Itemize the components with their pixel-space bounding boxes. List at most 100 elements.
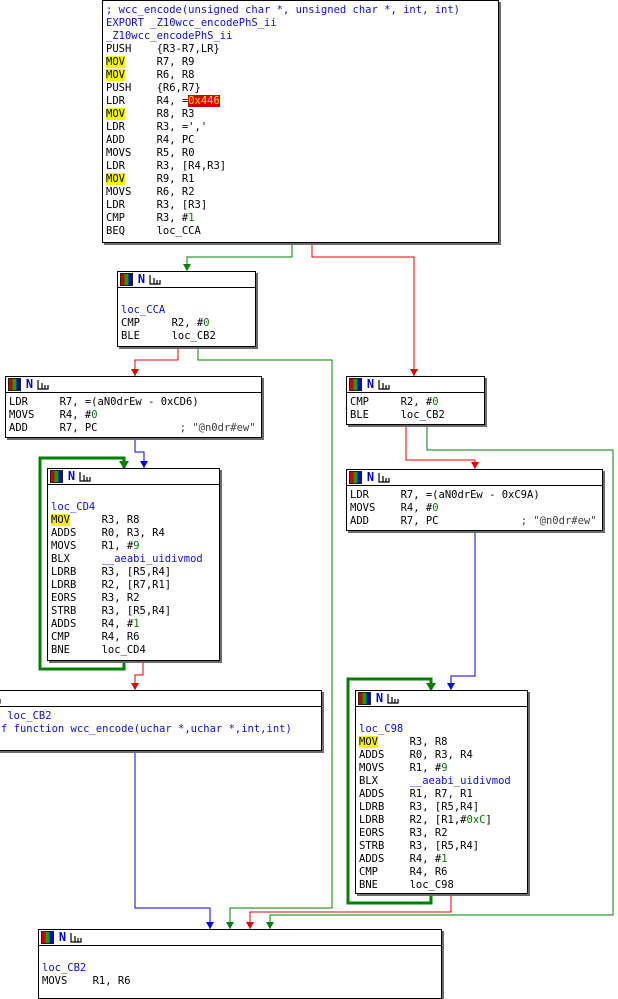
- asm-line[interactable]: MOVS R4, #0: [350, 502, 599, 515]
- node-header: N: [347, 377, 484, 393]
- operands: R3, =',': [156, 121, 208, 133]
- asm-line[interactable]: MOV R7, R9: [106, 56, 495, 69]
- graph-icon: [149, 274, 161, 285]
- operands: R3, [R5,R4]: [101, 566, 172, 578]
- asm-line[interactable]: PUSH {R6,R7}: [106, 82, 495, 95]
- asm-line[interactable]: ADDS R4, #1: [51, 618, 216, 631]
- asm-line[interactable]: BNE loc_C98: [359, 879, 524, 892]
- asm-line[interactable]: [359, 710, 524, 723]
- asm-line[interactable]: LDR R3, =',': [106, 121, 495, 134]
- name-icon: N: [366, 377, 375, 391]
- asm-line[interactable]: MOVS R5, R0: [106, 147, 495, 160]
- node-header: [0, 691, 321, 707]
- asm-line[interactable]: loc_CCA: [121, 304, 252, 317]
- operands: R4, =: [156, 95, 189, 107]
- asm-line[interactable]: loc_CB2: [1, 710, 318, 723]
- asm-line[interactable]: MOV R3, R8: [51, 514, 216, 527]
- name-icon: N: [375, 691, 384, 705]
- node-ldr-cd6[interactable]: N LDR R7, =(aN0drEw - 0xCD6) MOVS R4, #0 A…: [5, 376, 262, 438]
- mnemonic: PUSH: [106, 82, 132, 94]
- operands: R3, R8: [409, 736, 448, 748]
- asm-line[interactable]: [121, 291, 252, 304]
- asm-line[interactable]: LDR R3, [R3]: [106, 199, 495, 212]
- label-text: loc_CB2: [1, 710, 52, 722]
- asm-line[interactable]: LDR R3, [R4,R3]: [106, 160, 495, 173]
- asm-line[interactable]: LDRB R2, [R7,R1]: [51, 579, 216, 592]
- node-wcc-encode-entry[interactable]: ; wcc_encode(unsigned char *, unsigned c…: [102, 0, 499, 243]
- asm-line[interactable]: BLX __aeabi_uidivmod: [51, 553, 216, 566]
- asm-line[interactable]: LDR R7, =(aN0drEw - 0xCD6): [9, 396, 258, 409]
- node-ldr-c9a[interactable]: N LDR R7, =(aN0drEw - 0xC9A) MOVS R4, #0 A…: [346, 469, 603, 531]
- asm-line[interactable]: STRB R3, [R5,R4]: [51, 605, 216, 618]
- node-loc-cb2[interactable]: N loc_CB2 MOVS R1, R6: [38, 929, 442, 999]
- asm-line[interactable]: BLE loc_CB2: [121, 330, 252, 343]
- asm-line[interactable]: ADD R4, PC: [106, 134, 495, 147]
- asm-line[interactable]: BEQ loc_CCA: [106, 225, 495, 238]
- operands: R4, #: [59, 409, 92, 421]
- asm-line[interactable]: [51, 488, 216, 501]
- node-loc-cd4[interactable]: N loc_CD4 MOV R3, R8 ADDS R0, R3, R4 MOVS R…: [47, 468, 220, 661]
- asm-line[interactable]: loc_C98: [359, 723, 524, 736]
- asm-line[interactable]: LDRB R3, [R5,R4]: [359, 801, 524, 814]
- asm-line[interactable]: ADD R7, PC ; "@n0dr#ew": [350, 515, 599, 528]
- asm-line[interactable]: EORS R3, R2: [359, 827, 524, 840]
- asm-line[interactable]: loc_CD4: [51, 501, 216, 514]
- code-lines: loc_CCA CMP R2, #0 BLE loc_CB2: [118, 288, 255, 345]
- asm-line[interactable]: CMP R4, R6: [51, 631, 216, 644]
- asm-line[interactable]: STRB R3, [R5,R4]: [359, 840, 524, 853]
- asm-line[interactable]: PUSH {R3-R7,LR}: [106, 43, 495, 56]
- operand-offset: 0x446: [188, 95, 220, 107]
- asm-line[interactable]: ; wcc_encode(unsigned char *, unsigned c…: [106, 4, 495, 17]
- asm-line[interactable]: CMP R2, #0: [121, 317, 252, 330]
- asm-line[interactable]: MOVS R1, R6: [42, 975, 438, 988]
- asm-line[interactable]: CMP R3, #1: [106, 212, 495, 225]
- node-loc-c98[interactable]: N loc_C98 MOV R3, R8 ADDS R0, R3, R4 MOVS R…: [355, 690, 528, 894]
- asm-line[interactable]: LDRB R2, [R1,#0xC]: [359, 814, 524, 827]
- node-header: N: [48, 469, 219, 485]
- asm-line[interactable]: f function wcc_encode(uchar *,uchar *,in…: [1, 723, 318, 736]
- asm-line[interactable]: ADDS R4, #1: [359, 853, 524, 866]
- mnemonic: BLX: [51, 553, 70, 565]
- operands: R2, #: [171, 317, 204, 329]
- operands: R2, [R7,R1]: [101, 579, 172, 591]
- asm-line[interactable]: MOV R6, R8: [106, 69, 495, 82]
- asm-line[interactable]: CMP R2, #0: [350, 396, 481, 409]
- asm-line[interactable]: EORS R3, R2: [51, 592, 216, 605]
- node-loc-cb2-end[interactable]: loc_CB2 f function wcc_encode(uchar *,uch…: [0, 690, 322, 751]
- asm-line[interactable]: MOVS R4, #0: [9, 409, 258, 422]
- operands: R2, #: [400, 396, 433, 408]
- mnemonic: MOVS: [51, 540, 77, 552]
- asm-line[interactable]: LDR R4, =0x446: [106, 95, 495, 108]
- asm-line[interactable]: MOV R3, R8: [359, 736, 524, 749]
- node-loc-cca[interactable]: N loc_CCA CMP R2, #0 BLE loc_CB2: [117, 271, 256, 347]
- node-header: N: [118, 272, 255, 288]
- node-cmp-r2[interactable]: N CMP R2, #0 BLE loc_CB2: [346, 376, 485, 425]
- asm-line[interactable]: loc_CB2: [42, 962, 438, 975]
- asm-line[interactable]: BLX __aeabi_uidivmod: [359, 775, 524, 788]
- asm-line[interactable]: EXPORT _Z10wcc_encodePhS_ii: [106, 17, 495, 30]
- mnemonic: MOVS: [106, 186, 132, 198]
- asm-line[interactable]: MOV R8, R3: [106, 108, 495, 121]
- asm-line[interactable]: LDRB R3, [R5,R4]: [51, 566, 216, 579]
- mnemonic: ADDS: [359, 749, 385, 761]
- mnemonic: LDRB: [51, 566, 77, 578]
- asm-line[interactable]: MOV R9, R1: [106, 173, 495, 186]
- operands: R3, [R5,R4]: [409, 801, 480, 813]
- asm-line[interactable]: CMP R4, R6: [359, 866, 524, 879]
- asm-line[interactable]: BLE loc_CB2: [350, 409, 481, 422]
- asm-line[interactable]: BNE loc_CD4: [51, 644, 216, 657]
- edge-cca-to-ldr: [134, 346, 179, 376]
- asm-line[interactable]: ADDS R0, R3, R4: [51, 527, 216, 540]
- operands: loc_CD4: [101, 644, 146, 656]
- asm-line[interactable]: MOVS R6, R2: [106, 186, 495, 199]
- asm-line[interactable]: [42, 949, 438, 962]
- comment: ; "@n0dr#ew": [438, 515, 597, 527]
- asm-line[interactable]: ADDS R1, R7, R1: [359, 788, 524, 801]
- asm-line[interactable]: LDR R7, =(aN0drEw - 0xC9A): [350, 489, 599, 502]
- asm-line[interactable]: _Z10wcc_encodePhS_ii: [106, 30, 495, 43]
- asm-line[interactable]: ADD R7, PC ; "@n0dr#ew": [9, 422, 258, 435]
- operands: R3, [R5,R4]: [101, 605, 172, 617]
- asm-line[interactable]: MOVS R1, #9: [51, 540, 216, 553]
- asm-line[interactable]: ADDS R0, R3, R4: [359, 749, 524, 762]
- asm-line[interactable]: MOVS R1, #9: [359, 762, 524, 775]
